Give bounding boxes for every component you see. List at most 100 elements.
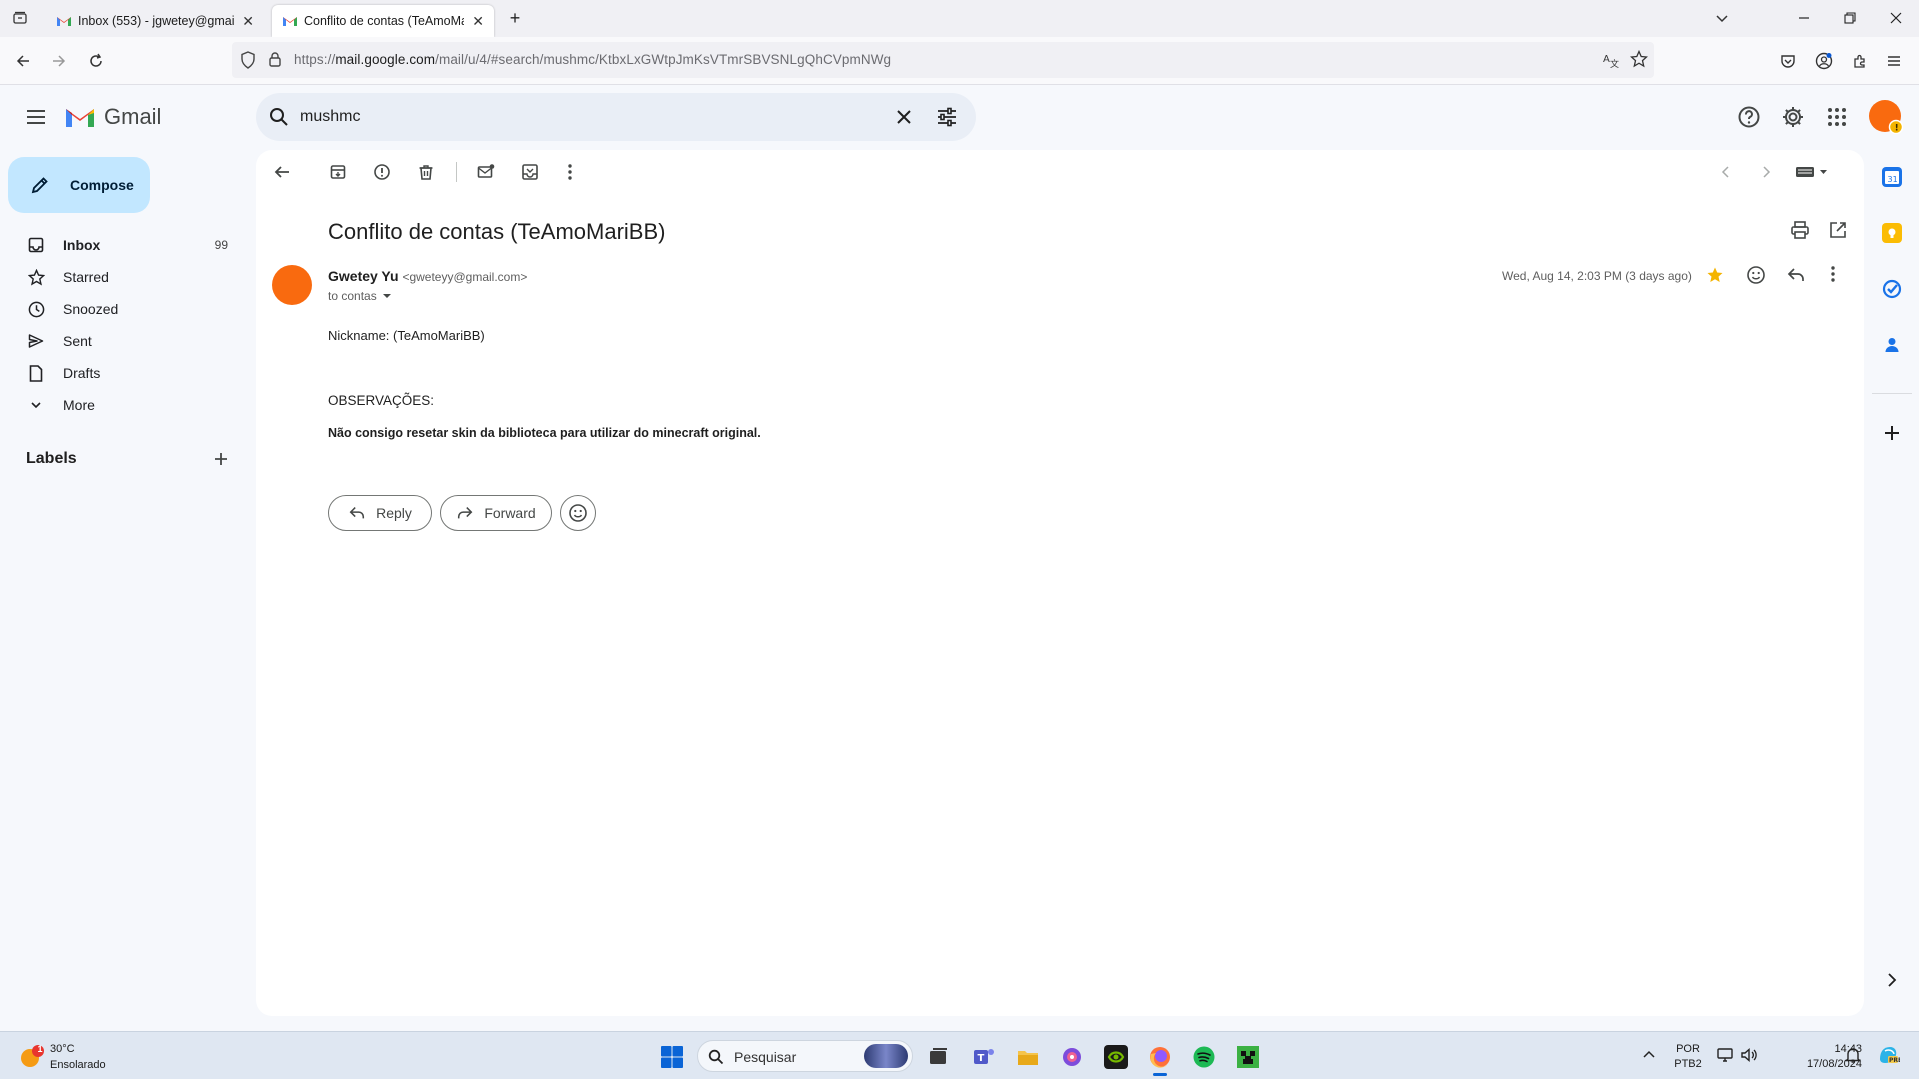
recipient-dropdown-icon[interactable] <box>381 290 393 302</box>
recipient-line[interactable]: to contas <box>328 289 393 303</box>
reload-icon[interactable] <box>86 51 106 71</box>
tab-inbox[interactable]: Inbox (553) - jgwetey@gmail.com ✕ <box>46 5 264 37</box>
search-icon[interactable] <box>268 106 290 128</box>
help-icon[interactable] <box>1737 105 1761 129</box>
starred-icon[interactable] <box>1706 266 1724 284</box>
task-view-icon[interactable] <box>926 1045 950 1069</box>
forward-button[interactable]: Forward <box>440 495 552 531</box>
main-menu-icon[interactable] <box>24 107 48 127</box>
sidebar-item-snoozed[interactable]: Snoozed <box>0 293 240 325</box>
active-app-indicator <box>1153 1073 1167 1076</box>
volume-icon[interactable] <box>1740 1046 1758 1064</box>
archive-icon[interactable] <box>326 160 350 184</box>
sidebar-item-drafts[interactable]: Drafts <box>0 357 240 389</box>
gmail-brand-text: Gmail <box>104 104 162 129</box>
settings-gear-icon[interactable] <box>1781 105 1805 129</box>
reply-icon[interactable] <box>1786 265 1806 285</box>
search-options-icon[interactable] <box>936 106 958 128</box>
gmail-logo[interactable]: Gmail <box>64 104 161 130</box>
clock-icon <box>27 300 45 318</box>
more-options-icon[interactable] <box>558 160 582 184</box>
reply-button[interactable]: Reply <box>328 495 432 531</box>
close-tab-icon[interactable]: ✕ <box>242 13 254 30</box>
taskbar-search[interactable]: Pesquisar <box>697 1040 913 1072</box>
compose-button[interactable]: Compose <box>8 157 150 213</box>
tab-list-icon[interactable] <box>10 8 30 28</box>
move-to-icon[interactable] <box>518 160 542 184</box>
minimize-icon[interactable] <box>1794 8 1814 28</box>
sender-email: <gweteyy@gmail.com> <box>402 270 528 284</box>
close-tab-icon[interactable]: ✕ <box>472 13 484 30</box>
svg-text:!: ! <box>1895 124 1899 134</box>
add-reaction-icon[interactable] <box>1746 265 1766 285</box>
tasks-icon[interactable] <box>1882 279 1902 299</box>
notifications-bell-icon[interactable] <box>1844 1046 1862 1064</box>
tab-title: Conflito de contas (TeAmoMariBB) <box>304 14 464 28</box>
extensions-icon[interactable] <box>1850 51 1870 71</box>
network-icon[interactable] <box>1716 1046 1734 1064</box>
color-picker-app-icon[interactable] <box>1060 1045 1084 1069</box>
windows-taskbar <box>0 1031 1919 1079</box>
sidebar-item-starred[interactable]: Starred <box>0 261 240 293</box>
translate-icon[interactable]: A文 <box>1602 51 1620 69</box>
message-more-icon[interactable] <box>1830 265 1836 283</box>
sender-line: Gwetey Yu <gweteyy@gmail.com> <box>328 268 527 284</box>
spotify-icon[interactable] <box>1192 1045 1216 1069</box>
calendar-icon[interactable]: 31 <box>1882 167 1902 187</box>
search-bar[interactable]: mushmc <box>256 93 976 141</box>
get-addons-icon[interactable] <box>1882 423 1902 443</box>
tab-email[interactable]: Conflito de contas (TeAmoMariBB) ✕ <box>272 5 494 37</box>
new-tab-icon[interactable]: + <box>505 8 525 28</box>
bookmark-star-icon[interactable] <box>1630 50 1648 68</box>
input-tools-icon[interactable] <box>1794 160 1830 184</box>
address-bar[interactable]: https://mail.google.com/mail/u/4/#search… <box>232 42 1654 78</box>
sender-name[interactable]: Gwetey Yu <box>328 268 399 284</box>
forward-icon[interactable] <box>49 51 69 71</box>
sidebar-item-sent[interactable]: Sent <box>0 325 240 357</box>
minecraft-icon[interactable] <box>1236 1045 1260 1069</box>
mark-unread-icon[interactable] <box>474 160 498 184</box>
emoji-reaction-button[interactable] <box>560 495 596 531</box>
lock-icon[interactable] <box>268 51 282 67</box>
weather-widget[interactable]: 1 <box>18 1043 46 1071</box>
avatar[interactable]: ! <box>1869 100 1903 134</box>
menu-icon[interactable] <box>1884 51 1904 71</box>
sidebar-item-more[interactable]: More <box>0 389 240 421</box>
delete-icon[interactable] <box>414 160 438 184</box>
chevron-down-icon <box>27 396 45 414</box>
keep-icon[interactable] <box>1882 223 1902 243</box>
back-icon[interactable] <box>13 51 33 71</box>
windows-start-icon[interactable] <box>660 1045 684 1069</box>
contacts-icon[interactable] <box>1882 335 1902 355</box>
older-chevron-icon[interactable] <box>1754 160 1778 184</box>
gmail-favicon-icon <box>283 17 297 26</box>
keyboard-layout: PTB2 <box>1674 1058 1702 1070</box>
firefox-icon[interactable] <box>1148 1045 1172 1069</box>
open-new-window-icon[interactable] <box>1828 220 1848 240</box>
print-icon[interactable] <box>1790 220 1810 240</box>
close-window-icon[interactable] <box>1886 8 1906 28</box>
clear-search-icon[interactable] <box>894 107 914 127</box>
show-side-panel-icon[interactable] <box>1882 970 1902 990</box>
sender-avatar[interactable] <box>272 265 312 305</box>
input-language[interactable]: POR PTB2 <box>1668 1042 1708 1072</box>
add-label-icon[interactable] <box>212 450 230 468</box>
copilot-icon[interactable]: PRE <box>1876 1043 1900 1067</box>
pencil-icon <box>31 177 48 194</box>
restore-icon[interactable] <box>1840 8 1860 28</box>
search-input[interactable]: mushmc <box>300 108 360 126</box>
newer-chevron-icon[interactable] <box>1714 160 1738 184</box>
account-icon[interactable] <box>1814 51 1834 71</box>
nvidia-icon[interactable] <box>1104 1045 1128 1069</box>
teams-icon[interactable]: T <box>972 1045 996 1069</box>
pocket-icon[interactable] <box>1778 51 1798 71</box>
report-spam-icon[interactable] <box>370 160 394 184</box>
chevron-down-icon[interactable] <box>1712 8 1732 28</box>
apps-grid-icon[interactable] <box>1825 105 1849 129</box>
back-to-search-icon[interactable] <box>270 160 294 184</box>
shield-icon[interactable] <box>240 51 256 69</box>
sidebar-item-label: More <box>63 397 95 413</box>
show-hidden-icons-icon[interactable] <box>1642 1048 1656 1062</box>
sidebar-item-inbox[interactable]: Inbox 99 <box>0 229 240 261</box>
file-explorer-icon[interactable] <box>1016 1045 1040 1069</box>
